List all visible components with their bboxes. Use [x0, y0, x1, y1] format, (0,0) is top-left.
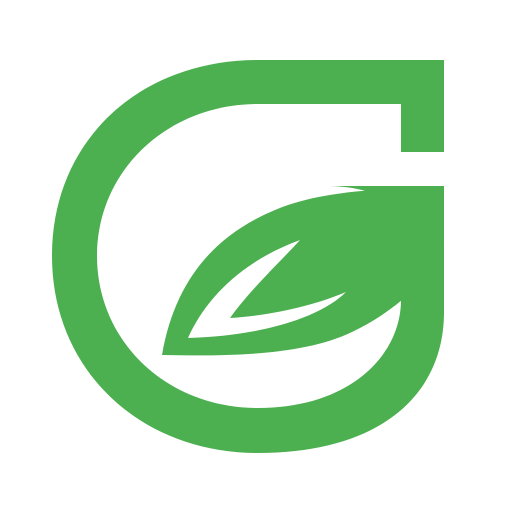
logo-canvas [0, 0, 512, 512]
leaf-g-logo-icon [52, 60, 444, 453]
